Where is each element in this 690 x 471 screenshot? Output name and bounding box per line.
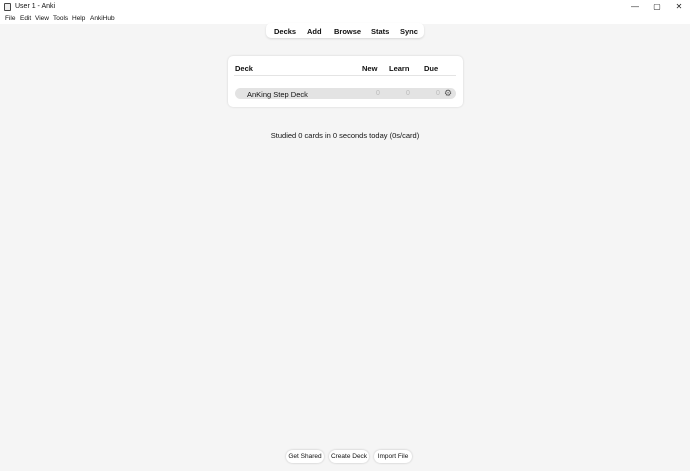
close-button[interactable]: ✕ [668, 0, 690, 14]
maximize-button[interactable]: ▢ [646, 0, 668, 14]
toolbar-sync[interactable]: Sync [400, 27, 418, 36]
deck-due-count: 0 [436, 90, 440, 97]
deck-new-count: 0 [376, 90, 380, 97]
gear-icon[interactable]: ⚙ [444, 88, 452, 99]
header-deck: Deck [235, 64, 253, 73]
toolbar-stats[interactable]: Stats [371, 27, 389, 36]
menu-help[interactable]: Help [72, 15, 85, 22]
menu-file[interactable]: File [5, 15, 15, 22]
header-new: New [362, 64, 378, 73]
deck-row[interactable]: AnKing Step Deck 0 0 0 ⚙ [235, 88, 456, 99]
deck-name[interactable]: AnKing Step Deck [247, 90, 308, 99]
toolbar-add[interactable]: Add [307, 27, 322, 36]
menu-ankihub[interactable]: AnkiHub [90, 15, 115, 22]
header-due: Due [424, 64, 439, 73]
window-title: User 1 - Anki [15, 3, 56, 10]
create-deck-button[interactable]: Create Deck [329, 450, 369, 463]
studied-summary: Studied 0 cards in 0 seconds today (0s/c… [270, 131, 420, 140]
get-shared-button[interactable]: Get Shared [286, 450, 324, 463]
header-divider [234, 75, 456, 76]
toolbar-decks[interactable]: Decks [274, 27, 296, 36]
import-file-button[interactable]: Import File [374, 450, 412, 463]
anki-app-icon [4, 3, 11, 11]
main-toolbar: Decks Add Browse Stats Sync [266, 23, 424, 38]
title-bar: User 1 - Anki — ▢ ✕ [0, 0, 690, 14]
deck-list: Deck New Learn Due AnKing Step Deck 0 0 … [228, 56, 463, 107]
menu-tools[interactable]: Tools [53, 15, 68, 22]
deck-learn-count: 0 [406, 90, 410, 97]
minimize-button[interactable]: — [624, 0, 646, 14]
header-learn: Learn [389, 64, 410, 73]
menu-view[interactable]: View [35, 15, 49, 22]
menu-edit[interactable]: Edit [20, 15, 31, 22]
toolbar-browse[interactable]: Browse [334, 27, 361, 36]
